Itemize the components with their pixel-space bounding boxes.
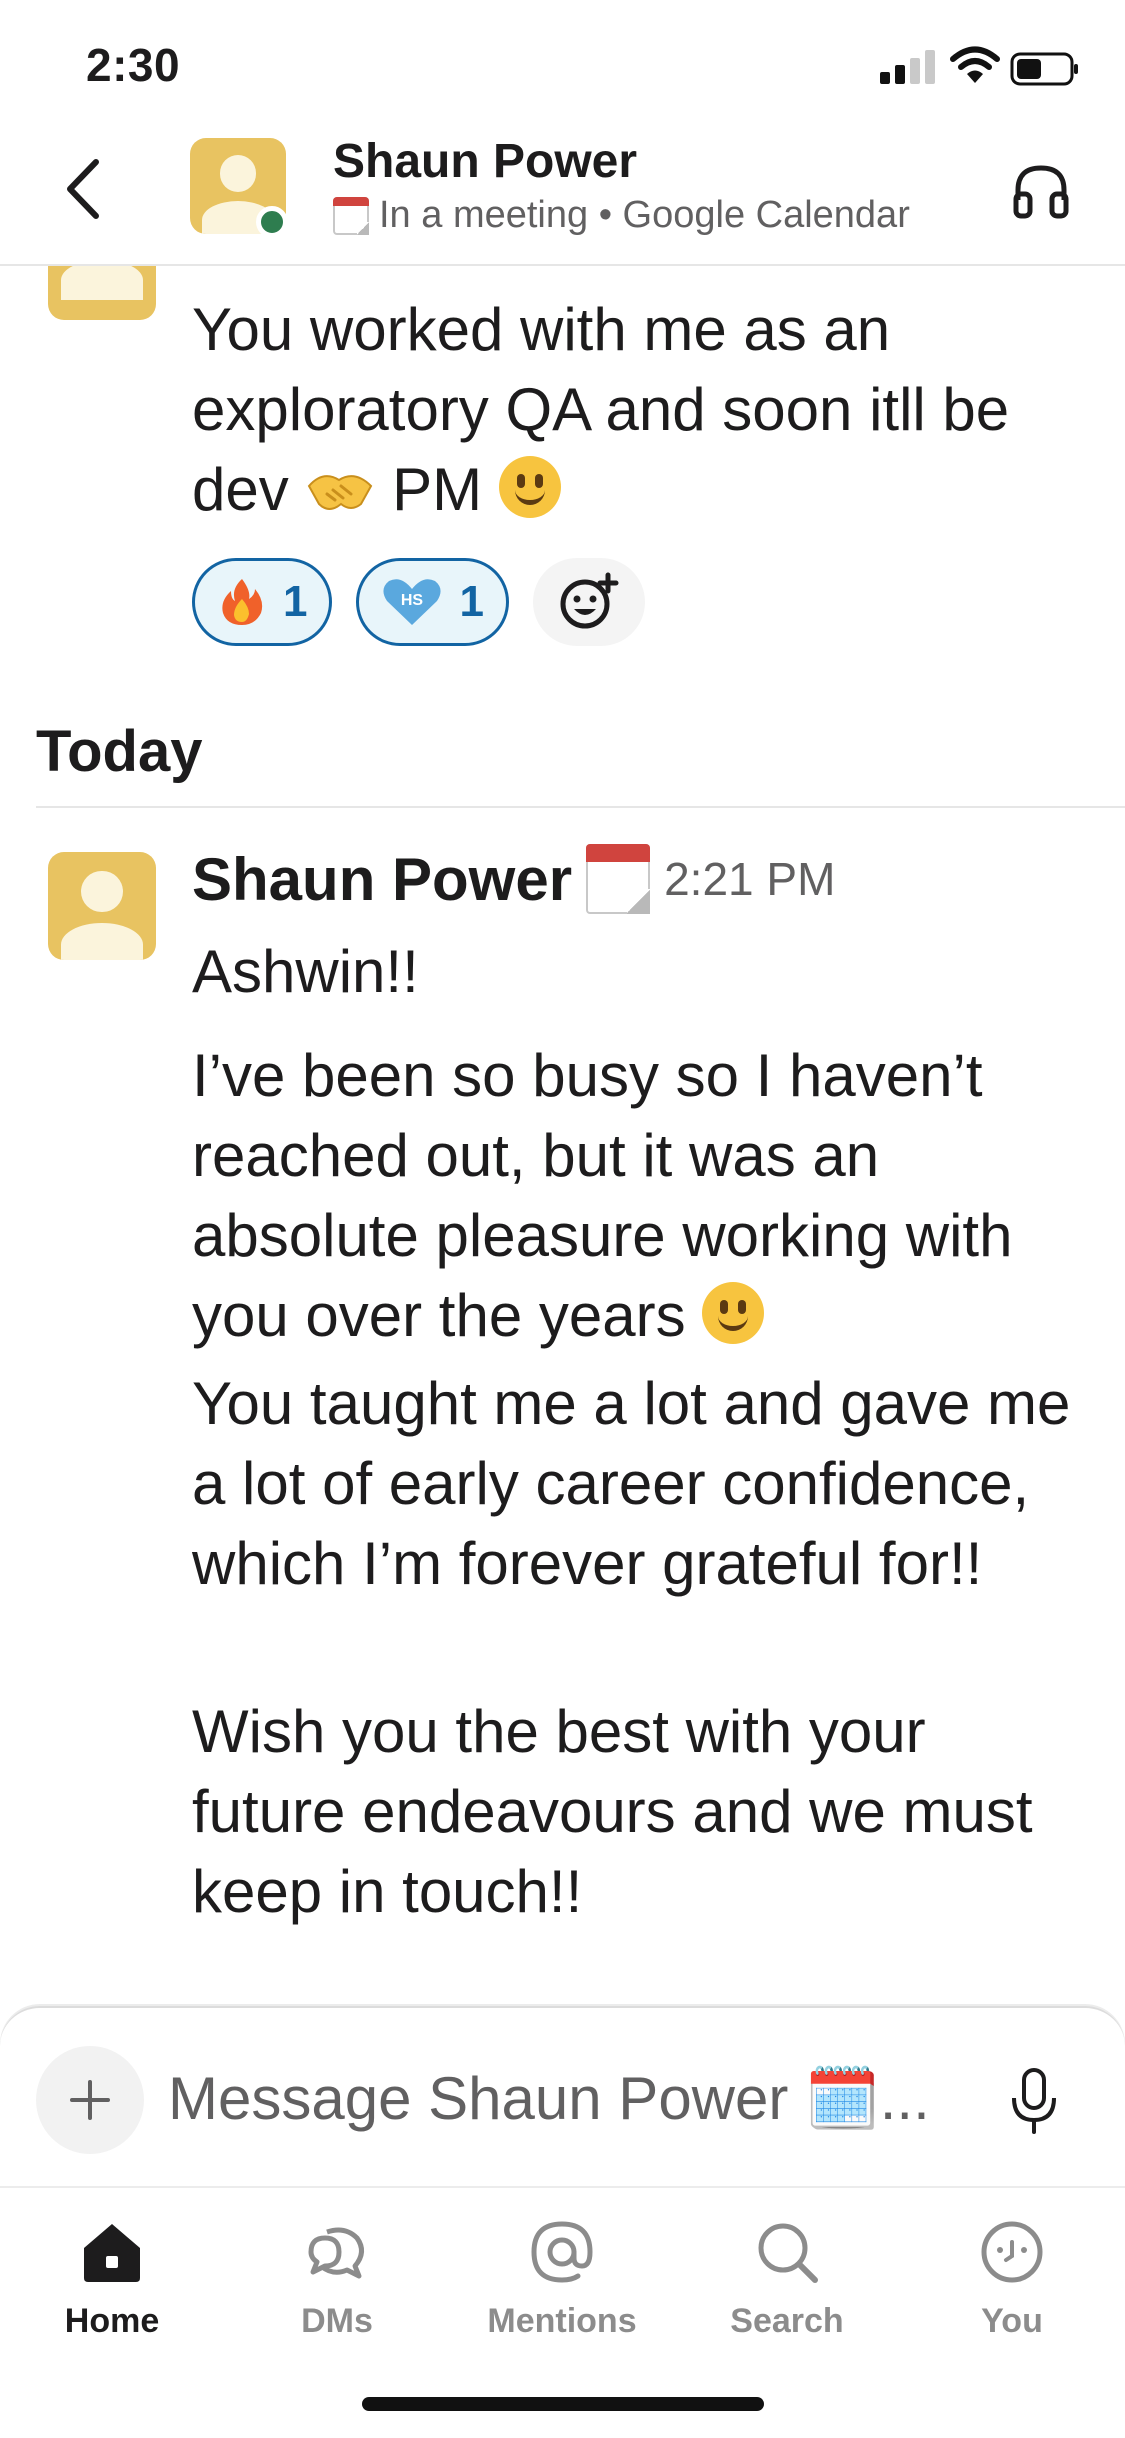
home-icon: [84, 2224, 140, 2282]
reaction-hs-heart[interactable]: HS 1: [356, 558, 509, 646]
reaction-count: 1: [283, 577, 308, 626]
cellular-signal-icon: [880, 50, 935, 84]
huddle-headphones-icon[interactable]: [1010, 160, 1072, 222]
reaction-fire[interactable]: 1: [192, 558, 333, 646]
contact-status[interactable]: In a meeting • Google Calendar: [333, 194, 910, 237]
tab-home[interactable]: Home: [12, 2212, 212, 2341]
mentions-icon: [531, 2221, 593, 2283]
tab-label: You: [981, 2302, 1043, 2340]
author-avatar[interactable]: [48, 852, 156, 960]
reactions-row: 1 HS 1: [192, 558, 645, 646]
message-timestamp[interactable]: 2:21 PM: [664, 852, 835, 906]
day-divider-line: [36, 806, 1125, 808]
back-arrow-icon[interactable]: [60, 154, 110, 224]
message-paragraph-text: I’ve been so busy so I haven’t reached o…: [192, 1042, 1013, 1349]
tab-label: Home: [64, 2302, 160, 2340]
status-time: 2:30: [86, 39, 181, 91]
wifi-icon: [950, 46, 1000, 83]
tab-label: Mentions: [487, 2302, 637, 2340]
message-input[interactable]: [168, 2058, 948, 2138]
battery-icon: [1010, 52, 1078, 86]
message-author[interactable]: Shaun Power: [192, 845, 572, 914]
plus-icon: [70, 2080, 110, 2120]
smile-emoji-icon: [702, 1282, 765, 1344]
tab-mentions[interactable]: Mentions: [462, 2212, 662, 2341]
message-paragraph: Wish you the best with your future endea…: [192, 1698, 1033, 1925]
author-avatar[interactable]: [48, 264, 156, 320]
add-reaction-button[interactable]: [532, 558, 645, 646]
previous-message-text: You worked with me as an exploratory QA …: [192, 290, 1072, 530]
tab-label: DMs: [301, 2302, 373, 2340]
attach-plus-button[interactable]: [36, 2046, 144, 2154]
search-icon: [758, 2223, 818, 2283]
message-list[interactable]: You worked with me as an exploratory QA …: [0, 264, 1125, 2004]
day-divider-label: Today: [36, 719, 203, 784]
contact-name[interactable]: Shaun Power: [333, 134, 637, 189]
dms-icon: [308, 2227, 364, 2279]
tab-you[interactable]: You: [912, 2212, 1112, 2341]
conversation-header: Shaun Power In a meeting • Google Calend…: [0, 130, 1125, 266]
smile-emoji-icon: [498, 456, 561, 518]
handshake-emoji-icon: [308, 475, 373, 510]
svg-text:HS: HS: [401, 592, 424, 609]
previous-message-end: PM: [392, 456, 483, 523]
message-paragraph: Ashwin!!: [192, 938, 419, 1005]
calendar-emoji-icon: [586, 844, 651, 914]
tab-search[interactable]: Search: [687, 2212, 887, 2341]
add-emoji-icon: [560, 572, 619, 629]
status-bar: 2:30: [0, 0, 1125, 130]
home-indicator: [362, 2397, 764, 2411]
contact-status-text: In a meeting • Google Calendar: [379, 194, 910, 236]
fire-emoji-icon: [222, 579, 263, 625]
tab-dms[interactable]: DMs: [237, 2212, 437, 2341]
you-icon: [981, 2221, 1043, 2283]
message-paragraph: I’ve been so busy so I haven’t reached o…: [192, 1036, 1072, 1356]
message-header: Shaun Power 2:21 PM: [192, 844, 835, 914]
calendar-emoji-icon: [333, 196, 369, 235]
hs-heart-emoji-icon: HS: [383, 579, 442, 625]
message-paragraph: You taught me a lot and gave me a lot of…: [192, 1370, 1071, 1597]
tab-label: Search: [730, 2302, 844, 2340]
microphone-icon[interactable]: [1006, 2066, 1062, 2136]
message-composer: [0, 2006, 1125, 2188]
reaction-count: 1: [459, 577, 484, 626]
presence-indicator: [256, 206, 288, 238]
